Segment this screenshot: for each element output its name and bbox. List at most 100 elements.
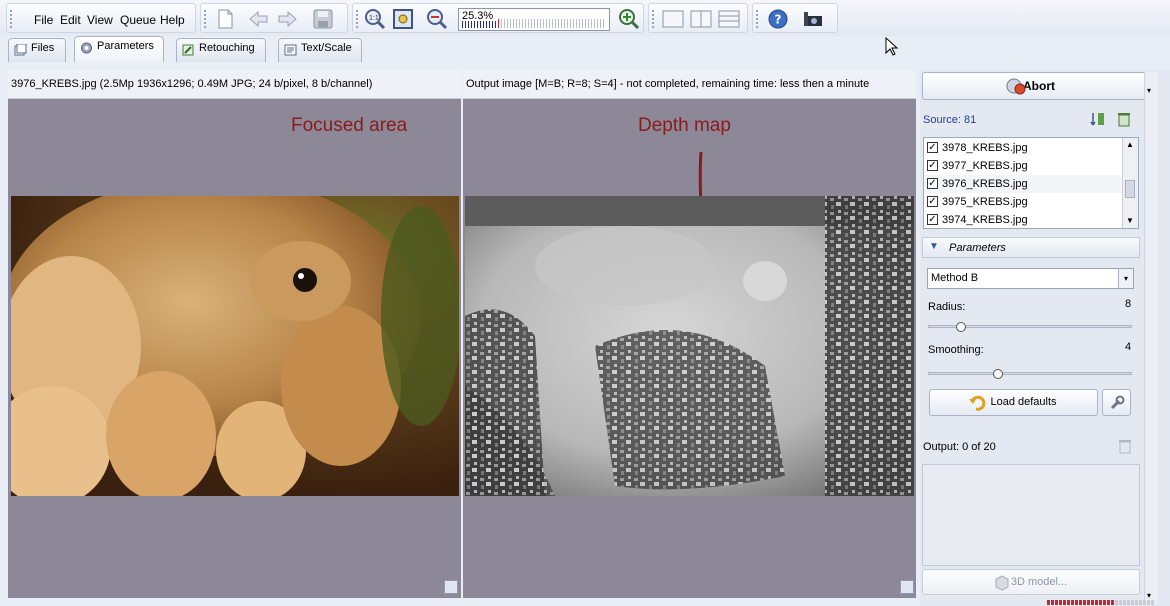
zoom-tick bbox=[474, 21, 475, 28]
chevron-down-icon[interactable]: ▾ bbox=[1118, 269, 1133, 288]
stacked-view-icon[interactable] bbox=[717, 7, 741, 31]
tab-label: Retouching bbox=[199, 42, 255, 54]
crab-photo[interactable] bbox=[11, 196, 459, 496]
zoom-tick bbox=[477, 21, 478, 28]
smoothing-label: Smoothing: bbox=[928, 344, 984, 356]
settings-button[interactable] bbox=[1102, 389, 1131, 416]
zoom-tick bbox=[498, 19, 499, 28]
zoom-in-icon[interactable] bbox=[617, 7, 641, 31]
file-name: 3976_KREBS.jpg bbox=[942, 178, 1028, 190]
zoom-tick bbox=[507, 19, 508, 28]
wrench-icon bbox=[1110, 395, 1125, 410]
progress-segment bbox=[1139, 600, 1142, 605]
depth-map-annotation: Depth map bbox=[638, 115, 731, 136]
scroll-thumb[interactable] bbox=[1125, 180, 1135, 198]
list-item[interactable]: ✓ 3977_KREBS.jpg bbox=[924, 157, 1124, 175]
file-name: 3974_KREBS.jpg bbox=[942, 214, 1028, 226]
zoom-tick bbox=[525, 19, 526, 28]
files-icon bbox=[14, 44, 27, 56]
progress-segment bbox=[1103, 600, 1106, 605]
zoom-tick bbox=[522, 19, 523, 28]
progress-segment bbox=[1075, 600, 1078, 605]
zoom-out-icon[interactable] bbox=[425, 7, 449, 31]
smoothing-slider-thumb[interactable] bbox=[993, 369, 1003, 379]
scroll-up-icon[interactable]: ▲ bbox=[1125, 140, 1135, 150]
tab-text-scale[interactable]: Text/Scale bbox=[278, 38, 362, 62]
new-document-icon[interactable] bbox=[213, 7, 237, 31]
smoothing-slider[interactable] bbox=[928, 372, 1132, 375]
single-view-icon[interactable] bbox=[661, 7, 685, 31]
progress-segment bbox=[1095, 600, 1098, 605]
cube-icon bbox=[995, 575, 1009, 591]
progress-segment bbox=[1127, 600, 1130, 605]
radius-label: Radius: bbox=[928, 301, 966, 313]
menu-bar: File Edit View Queue Help bbox=[6, 3, 196, 33]
save-icon[interactable] bbox=[311, 7, 335, 31]
method-select[interactable]: Method B ▾ bbox=[927, 268, 1134, 289]
menu-file[interactable]: File bbox=[34, 13, 53, 27]
checkbox[interactable]: ✓ bbox=[927, 214, 938, 225]
radius-slider-thumb[interactable] bbox=[956, 322, 966, 332]
depth-map-image[interactable] bbox=[465, 196, 914, 496]
scroll-down-icon[interactable]: ▾ bbox=[1147, 86, 1151, 95]
zoom-navigator-icon[interactable] bbox=[900, 580, 914, 594]
help-toolbar: ? bbox=[752, 3, 838, 33]
zoom-tick bbox=[531, 19, 532, 28]
scroll-down-icon[interactable]: ▾ bbox=[1147, 591, 1151, 600]
menu-help[interactable]: Help bbox=[160, 13, 185, 27]
sort-icon[interactable] bbox=[1090, 111, 1106, 127]
fit-to-window-icon[interactable] bbox=[391, 7, 415, 31]
zoom-tick bbox=[597, 19, 598, 28]
progress-segment bbox=[1123, 600, 1126, 605]
checkbox[interactable]: ✓ bbox=[927, 196, 938, 207]
abort-button[interactable]: Abort ▾ bbox=[922, 72, 1156, 100]
clear-output-icon[interactable] bbox=[1117, 438, 1133, 454]
brush-icon bbox=[182, 44, 194, 56]
progress-segment bbox=[1055, 600, 1058, 605]
zoom-tick bbox=[471, 21, 472, 28]
zoom-tick bbox=[483, 21, 484, 28]
forward-arrow-icon[interactable] bbox=[275, 7, 299, 31]
list-scrollbar[interactable]: ▲ ▼ bbox=[1122, 138, 1138, 228]
zoom-tick bbox=[558, 19, 559, 28]
list-item[interactable]: ✓ 3976_KREBS.jpg bbox=[924, 175, 1124, 193]
clear-list-icon[interactable] bbox=[1116, 111, 1132, 127]
help-icon[interactable]: ? bbox=[766, 7, 790, 31]
radius-value: 8 bbox=[1125, 298, 1132, 310]
list-item[interactable]: ✓ 3974_KREBS.jpg bbox=[924, 211, 1124, 228]
camera-icon[interactable] bbox=[801, 7, 825, 31]
zoom-actual-size-icon[interactable]: 1:1 bbox=[363, 7, 387, 31]
checkbox[interactable]: ✓ bbox=[927, 178, 938, 189]
list-item[interactable]: ✓ 3975_KREBS.jpg bbox=[924, 193, 1124, 211]
zoom-navigator-icon[interactable] bbox=[444, 580, 458, 594]
zoom-tick bbox=[501, 19, 502, 28]
checkbox[interactable]: ✓ bbox=[927, 142, 938, 153]
menu-view[interactable]: View bbox=[87, 13, 113, 27]
zoom-slider[interactable]: 25.3% bbox=[458, 8, 610, 31]
tab-parameters[interactable]: Parameters bbox=[74, 36, 164, 62]
tab-files[interactable]: Files bbox=[8, 38, 66, 62]
checkbox[interactable]: ✓ bbox=[927, 160, 938, 171]
zoom-tick bbox=[582, 19, 583, 28]
menu-queue[interactable]: Queue bbox=[120, 13, 156, 27]
sidebar-scrollbar[interactable]: ▾ ▾ bbox=[1144, 72, 1158, 604]
toolbar-grip[interactable] bbox=[204, 10, 208, 28]
back-arrow-icon[interactable] bbox=[247, 7, 271, 31]
progress-segment bbox=[1111, 600, 1114, 605]
parameters-section-header[interactable]: ▼ Parameters bbox=[922, 237, 1140, 258]
load-defaults-button[interactable]: Load defaults bbox=[929, 389, 1098, 416]
menu-edit[interactable]: Edit bbox=[60, 13, 81, 27]
zoom-tick bbox=[567, 19, 568, 28]
progress-segment bbox=[1067, 600, 1070, 605]
list-item[interactable]: ✓ 3978_KREBS.jpg bbox=[924, 139, 1124, 157]
toolbar-grip[interactable] bbox=[356, 10, 360, 28]
zoom-tick bbox=[543, 19, 544, 28]
scroll-down-icon[interactable]: ▼ bbox=[1125, 216, 1135, 226]
3d-model-button[interactable]: 3D model... bbox=[922, 569, 1140, 595]
toolbar-grip[interactable] bbox=[756, 10, 760, 28]
output-file-list bbox=[922, 464, 1140, 566]
tab-retouching[interactable]: Retouching bbox=[176, 38, 266, 62]
split-view-icon[interactable] bbox=[689, 7, 713, 31]
toolbar-grip[interactable] bbox=[10, 10, 14, 28]
toolbar-grip[interactable] bbox=[652, 10, 656, 28]
